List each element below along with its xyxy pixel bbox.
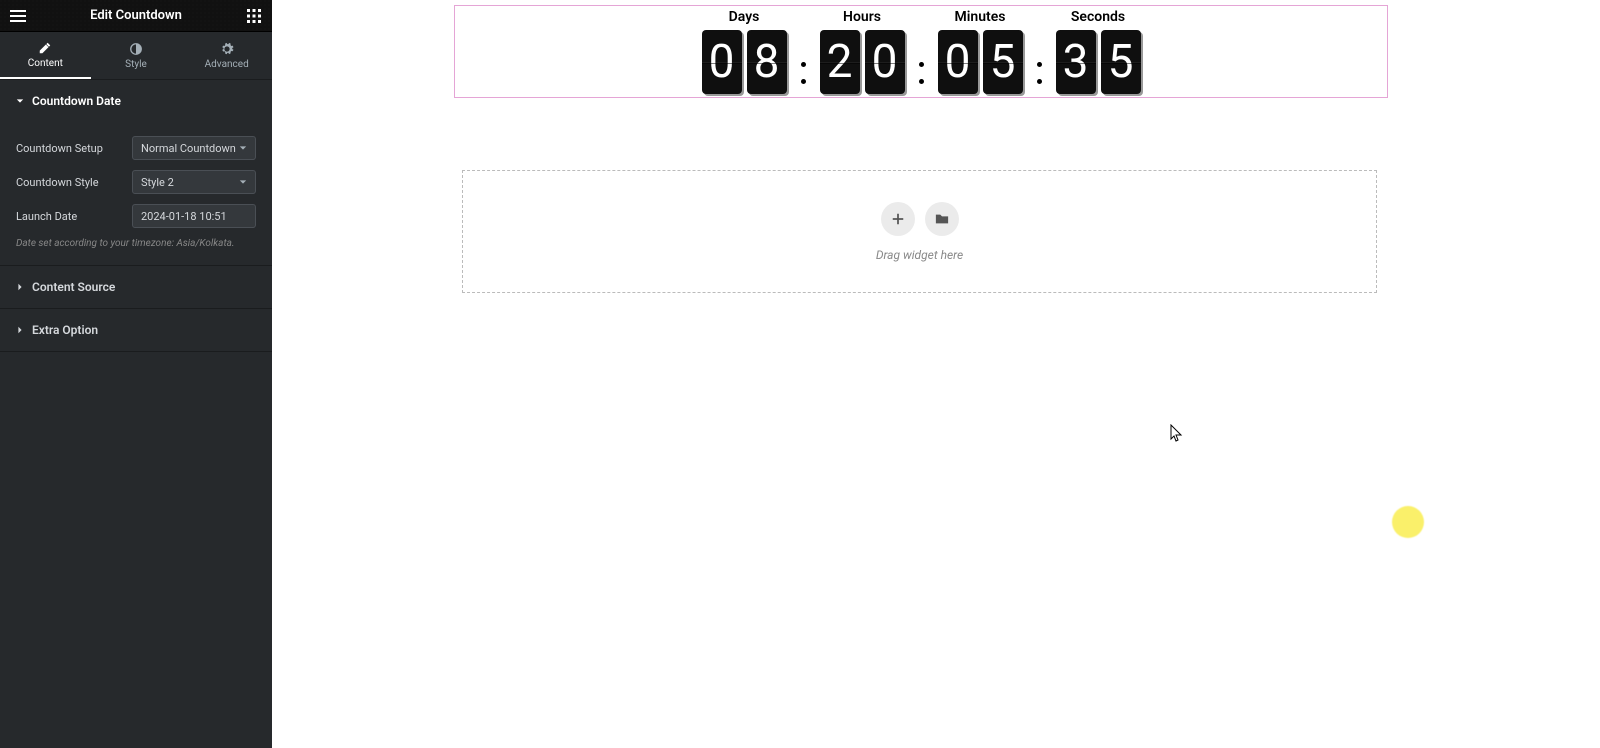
section-title: Content Source xyxy=(32,280,115,294)
folder-icon xyxy=(935,212,949,226)
input-launch-date[interactable] xyxy=(132,204,256,228)
digit-days-1: 8 xyxy=(747,30,787,94)
hamburger-menu-icon[interactable] xyxy=(10,8,26,24)
digits-days: 0 8 xyxy=(702,30,787,94)
editor-tabs: Content Style Advanced xyxy=(0,32,272,80)
countdown-separator xyxy=(801,62,806,94)
tab-style[interactable]: Style xyxy=(91,32,182,79)
section-toggle-extra-option[interactable]: Extra Option xyxy=(0,309,272,351)
control-countdown-setup: Countdown Setup Normal Countdown xyxy=(16,136,256,160)
digit-hours-1: 0 xyxy=(865,30,905,94)
section-extra-option: Extra Option xyxy=(0,309,272,352)
highlight-marker xyxy=(1392,506,1424,538)
caret-right-icon xyxy=(16,326,24,334)
sidebar-title: Edit Countdown xyxy=(90,8,182,23)
chevron-down-icon xyxy=(239,178,247,186)
select-countdown-setup[interactable]: Normal Countdown xyxy=(132,136,256,160)
countdown-group-seconds: Seconds 3 5 xyxy=(1056,9,1141,94)
widget-drop-zone[interactable]: Drag widget here xyxy=(462,170,1377,293)
caret-down-icon xyxy=(16,97,24,105)
timezone-note: Date set according to your timezone: Asi… xyxy=(16,238,256,249)
section-content-source: Content Source xyxy=(0,266,272,309)
countdown-widget[interactable]: Days 0 8 Hours 2 0 Minutes 0 5 xyxy=(454,5,1388,98)
countdown-group-minutes: Minutes 0 5 xyxy=(938,9,1023,94)
control-countdown-style: Countdown Style Style 2 xyxy=(16,170,256,194)
section-title: Extra Option xyxy=(32,323,98,337)
section-countdown-date: Countdown Date Countdown Setup Normal Co… xyxy=(0,80,272,266)
tab-advanced-label: Advanced xyxy=(205,59,249,70)
drop-zone-actions xyxy=(881,202,959,236)
digit-seconds-1: 5 xyxy=(1101,30,1141,94)
input-launch-date-field[interactable] xyxy=(141,210,247,223)
digit-seconds-0: 3 xyxy=(1056,30,1096,94)
caret-right-icon xyxy=(16,283,24,291)
label-countdown-setup: Countdown Setup xyxy=(16,142,103,155)
countdown-separator xyxy=(919,62,924,94)
digit-minutes-0: 0 xyxy=(938,30,978,94)
digit-minutes-1: 5 xyxy=(983,30,1023,94)
tab-advanced[interactable]: Advanced xyxy=(181,32,272,79)
label-seconds: Seconds xyxy=(1071,9,1125,25)
digits-minutes: 0 5 xyxy=(938,30,1023,94)
label-countdown-style: Countdown Style xyxy=(16,176,99,189)
digits-hours: 2 0 xyxy=(820,30,905,94)
select-countdown-style-value: Style 2 xyxy=(141,176,174,189)
chevron-down-icon xyxy=(239,144,247,152)
sidebar-header: Edit Countdown xyxy=(0,0,272,32)
mouse-cursor-icon xyxy=(1170,424,1184,442)
plus-icon xyxy=(891,212,905,226)
gear-icon xyxy=(220,42,234,56)
drop-zone-label: Drag widget here xyxy=(876,248,963,262)
widgets-panel-icon[interactable] xyxy=(246,8,262,24)
pencil-icon xyxy=(38,41,52,55)
section-toggle-content-source[interactable]: Content Source xyxy=(0,266,272,308)
add-template-button[interactable] xyxy=(925,202,959,236)
select-countdown-setup-value: Normal Countdown xyxy=(141,142,236,155)
countdown-inner: Days 0 8 Hours 2 0 Minutes 0 5 xyxy=(702,9,1141,94)
editor-sidebar: Edit Countdown Content Style Advanced Co… xyxy=(0,0,272,748)
digits-seconds: 3 5 xyxy=(1056,30,1141,94)
countdown-separator xyxy=(1037,62,1042,94)
section-toggle-countdown-date[interactable]: Countdown Date xyxy=(0,80,272,122)
preview-canvas[interactable]: Days 0 8 Hours 2 0 Minutes 0 5 xyxy=(272,0,1600,748)
label-launch-date: Launch Date xyxy=(16,210,77,223)
countdown-group-hours: Hours 2 0 xyxy=(820,9,905,94)
contrast-icon xyxy=(129,42,143,56)
label-minutes: Minutes xyxy=(955,9,1006,25)
add-widget-button[interactable] xyxy=(881,202,915,236)
countdown-group-days: Days 0 8 xyxy=(702,9,787,94)
label-hours: Hours xyxy=(843,9,881,25)
select-countdown-style[interactable]: Style 2 xyxy=(132,170,256,194)
control-launch-date: Launch Date xyxy=(16,204,256,228)
section-title: Countdown Date xyxy=(32,94,121,108)
tab-content-label: Content xyxy=(28,58,63,69)
section-body-countdown-date: Countdown Setup Normal Countdown Countdo… xyxy=(0,122,272,265)
digit-hours-0: 2 xyxy=(820,30,860,94)
digit-days-0: 0 xyxy=(702,30,742,94)
tab-content[interactable]: Content xyxy=(0,32,91,79)
label-days: Days xyxy=(729,9,760,25)
tab-style-label: Style xyxy=(125,59,147,70)
